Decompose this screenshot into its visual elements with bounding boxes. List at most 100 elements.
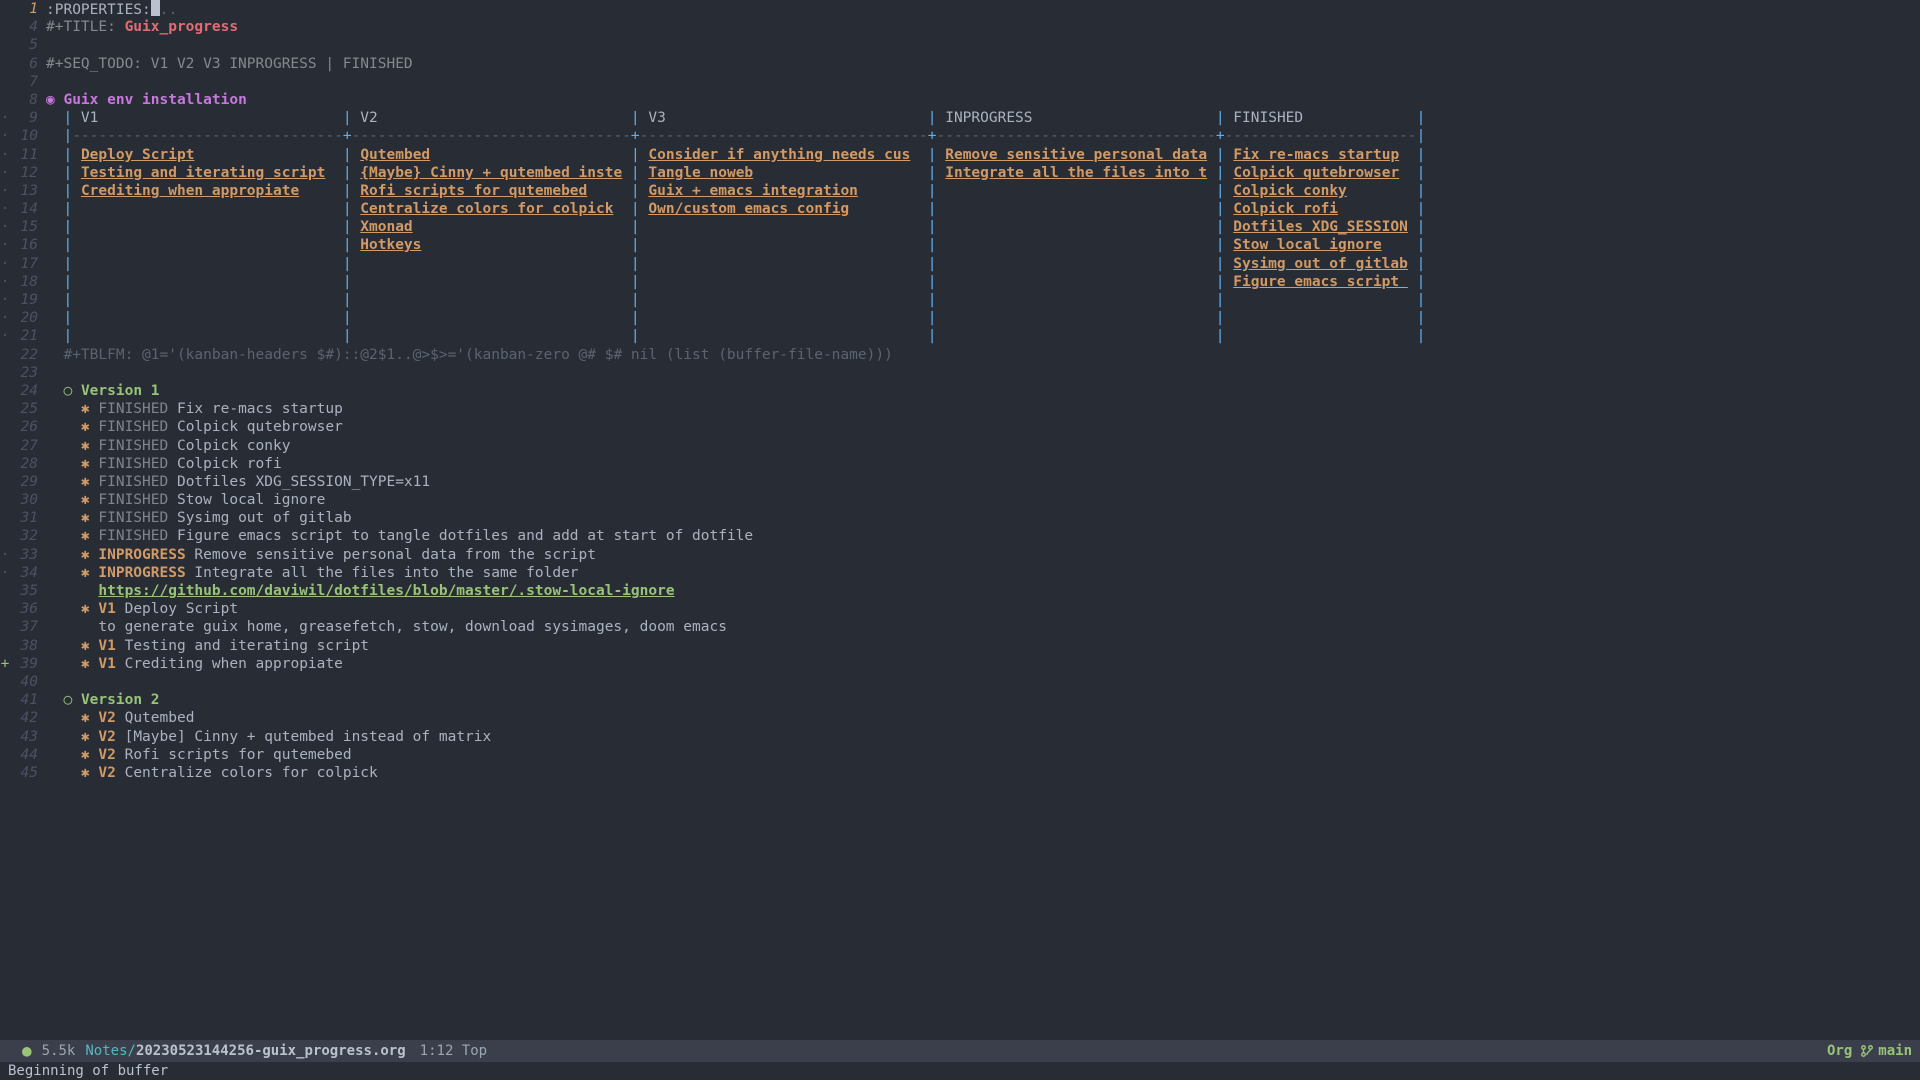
org-link[interactable]: Dotfiles XDG_SESSION — [1233, 219, 1408, 235]
code-line[interactable]: 6#+SEQ_TODO: V1 V2 V3 INPROGRESS | FINIS… — [0, 55, 1920, 73]
code-line[interactable]: 27 ✱ FINISHED Colpick conky — [0, 437, 1920, 455]
code-content[interactable]: ✱ FINISHED Figure emacs script to tangle… — [46, 527, 1920, 545]
org-link[interactable]: Xmonad — [360, 219, 412, 235]
code-content[interactable]: #+TBLFM: @1='(kanban-headers $#)::@2$1..… — [46, 346, 1920, 364]
code-line[interactable]: 43 ✱ V2 [Maybe] Cinny + qutembed instead… — [0, 728, 1920, 746]
code-content[interactable]: ✱ FINISHED Colpick qutebrowser — [46, 418, 1920, 436]
code-content[interactable]: ○ Version 1 — [46, 382, 1920, 400]
code-line[interactable]: 41 ○ Version 2 — [0, 691, 1920, 709]
code-content[interactable] — [46, 36, 1920, 54]
code-line[interactable]: ·21 | | | | | | — [0, 327, 1920, 345]
code-content[interactable]: | Crediting when appropiate | Rofi scrip… — [46, 182, 1920, 200]
code-content[interactable]: ✱ FINISHED Dotfiles XDG_SESSION_TYPE=x11 — [46, 473, 1920, 491]
org-link[interactable]: Fix re-macs startup — [1233, 147, 1399, 163]
code-content[interactable]: ✱ V2 Rofi scripts for qutemebed — [46, 746, 1920, 764]
code-content[interactable]: ○ Version 2 — [46, 691, 1920, 709]
code-line[interactable]: 26 ✱ FINISHED Colpick qutebrowser — [0, 418, 1920, 436]
code-content[interactable]: | | | | | Sysimg out of gitlab | — [46, 255, 1920, 273]
code-line[interactable]: 7 — [0, 73, 1920, 91]
code-line[interactable]: ·10 |-------------------------------+---… — [0, 127, 1920, 145]
code-line[interactable]: ·17 | | | | | Sysimg out of gitlab | — [0, 255, 1920, 273]
org-link[interactable]: Hotkeys — [360, 237, 421, 253]
org-link[interactable]: Crediting when appropiate — [81, 183, 299, 199]
code-line[interactable]: 42 ✱ V2 Qutembed — [0, 709, 1920, 727]
code-content[interactable]: ✱ V1 Deploy Script — [46, 600, 1920, 618]
org-link[interactable]: Centralize colors for colpick — [360, 201, 613, 217]
code-line[interactable]: ·9 | V1 | V2 | V3 | INPROGRESS | FINISHE… — [0, 109, 1920, 127]
code-content[interactable]: to generate guix home, greasefetch, stow… — [46, 618, 1920, 636]
org-link[interactable]: Stow local ignore — [1233, 237, 1381, 253]
code-line[interactable]: ·20 | | | | | | — [0, 309, 1920, 327]
code-line[interactable]: ·15 | | Xmonad | | | Dotfiles XDG_SESSIO… — [0, 218, 1920, 236]
code-line[interactable]: 30 ✱ FINISHED Stow local ignore — [0, 491, 1920, 509]
code-content[interactable]: :PROPERTIES:.. — [46, 0, 1920, 18]
code-line[interactable]: 31 ✱ FINISHED Sysimg out of gitlab — [0, 509, 1920, 527]
code-content[interactable]: ✱ INPROGRESS Integrate all the files int… — [46, 564, 1920, 582]
code-line[interactable]: 29 ✱ FINISHED Dotfiles XDG_SESSION_TYPE=… — [0, 473, 1920, 491]
org-link[interactable]: Remove sensitive personal data — [945, 147, 1207, 163]
org-link[interactable]: Tangle noweb — [648, 165, 753, 181]
code-line[interactable]: 24 ○ Version 1 — [0, 382, 1920, 400]
org-link[interactable]: Figure emacs script — [1233, 274, 1408, 290]
editor-area[interactable]: 1:PROPERTIES:.. 4#+TITLE: Guix_progress … — [0, 0, 1920, 1040]
org-link[interactable]: Guix + emacs integration — [648, 183, 858, 199]
org-link[interactable]: Deploy Script — [81, 147, 195, 163]
code-content[interactable]: ✱ FINISHED Colpick rofi — [46, 455, 1920, 473]
org-link[interactable]: Colpick qutebrowser — [1233, 165, 1399, 181]
code-line[interactable]: ·14 | | Centralize colors for colpick | … — [0, 200, 1920, 218]
org-link[interactable]: Consider if anything needs cus — [648, 147, 910, 163]
code-line[interactable]: ·18 | | | | | Figure emacs script | — [0, 273, 1920, 291]
code-line[interactable]: 38 ✱ V1 Testing and iterating script — [0, 637, 1920, 655]
code-content[interactable]: ✱ INPROGRESS Remove sensitive personal d… — [46, 546, 1920, 564]
code-content[interactable]: ◉ Guix env installation — [46, 91, 1920, 109]
org-link[interactable]: Colpick conky — [1233, 183, 1347, 199]
org-link[interactable]: Sysimg out of gitlab — [1233, 256, 1408, 272]
code-line[interactable]: ·33 ✱ INPROGRESS Remove sensitive person… — [0, 546, 1920, 564]
code-content[interactable] — [46, 364, 1920, 382]
code-line[interactable]: 1:PROPERTIES:.. — [0, 0, 1920, 18]
org-link[interactable]: Own/custom emacs config — [648, 201, 849, 217]
code-line[interactable]: 36 ✱ V1 Deploy Script — [0, 600, 1920, 618]
code-content[interactable]: https://github.com/daviwil/dotfiles/blob… — [46, 582, 1920, 600]
org-link[interactable]: Qutembed — [360, 147, 430, 163]
code-content[interactable]: ✱ V1 Testing and iterating script — [46, 637, 1920, 655]
org-link[interactable]: Rofi scripts for qutemebed — [360, 183, 587, 199]
code-line[interactable]: 28 ✱ FINISHED Colpick rofi — [0, 455, 1920, 473]
code-content[interactable]: ✱ V2 [Maybe] Cinny + qutembed instead of… — [46, 728, 1920, 746]
code-line[interactable]: ·11 | Deploy Script | Qutembed | Conside… — [0, 146, 1920, 164]
code-content[interactable] — [46, 73, 1920, 91]
code-content[interactable]: #+SEQ_TODO: V1 V2 V3 INPROGRESS | FINISH… — [46, 55, 1920, 73]
code-content[interactable]: | | | | | | — [46, 309, 1920, 327]
code-content[interactable]: | | | | | Figure emacs script | — [46, 273, 1920, 291]
code-line[interactable]: 45 ✱ V2 Centralize colors for colpick — [0, 764, 1920, 782]
code-line[interactable]: +39 ✱ V1 Crediting when appropiate — [0, 655, 1920, 673]
code-content[interactable]: | Testing and iterating script | {Maybe}… — [46, 164, 1920, 182]
code-content[interactable]: | V1 | V2 | V3 | INPROGRESS | FINISHED | — [46, 109, 1920, 127]
code-content[interactable]: ✱ FINISHED Sysimg out of gitlab — [46, 509, 1920, 527]
org-link[interactable]: {Maybe} Cinny + qutembed inste — [360, 165, 622, 181]
code-line[interactable]: 5 — [0, 36, 1920, 54]
org-link[interactable]: Colpick rofi — [1233, 201, 1338, 217]
code-line[interactable]: 4#+TITLE: Guix_progress — [0, 18, 1920, 36]
code-content[interactable]: | | Hotkeys | | | Stow local ignore | — [46, 236, 1920, 254]
code-line[interactable]: 35 https://github.com/daviwil/dotfiles/b… — [0, 582, 1920, 600]
code-line[interactable]: 40 — [0, 673, 1920, 691]
code-line[interactable]: ·13 | Crediting when appropiate | Rofi s… — [0, 182, 1920, 200]
org-link[interactable]: Testing and iterating script — [81, 165, 325, 181]
code-line[interactable]: ·34 ✱ INPROGRESS Integrate all the files… — [0, 564, 1920, 582]
code-line[interactable]: ·16 | | Hotkeys | | | Stow local ignore … — [0, 236, 1920, 254]
code-line[interactable]: 32 ✱ FINISHED Figure emacs script to tan… — [0, 527, 1920, 545]
code-content[interactable]: ✱ FINISHED Fix re-macs startup — [46, 400, 1920, 418]
code-content[interactable]: ✱ FINISHED Stow local ignore — [46, 491, 1920, 509]
code-line[interactable]: 8◉ Guix env installation — [0, 91, 1920, 109]
code-content[interactable]: | | Centralize colors for colpick | Own/… — [46, 200, 1920, 218]
code-line[interactable]: 23 — [0, 364, 1920, 382]
code-line[interactable]: 22 #+TBLFM: @1='(kanban-headers $#)::@2$… — [0, 346, 1920, 364]
code-content[interactable]: #+TITLE: Guix_progress — [46, 18, 1920, 36]
code-content[interactable]: | | Xmonad | | | Dotfiles XDG_SESSION | — [46, 218, 1920, 236]
code-content[interactable]: ✱ FINISHED Colpick conky — [46, 437, 1920, 455]
code-content[interactable]: | | | | | | — [46, 327, 1920, 345]
org-link[interactable]: Integrate all the files into t — [945, 165, 1207, 181]
code-line[interactable]: ·19 | | | | | | — [0, 291, 1920, 309]
org-link[interactable]: https://github.com/daviwil/dotfiles/blob… — [98, 583, 674, 599]
